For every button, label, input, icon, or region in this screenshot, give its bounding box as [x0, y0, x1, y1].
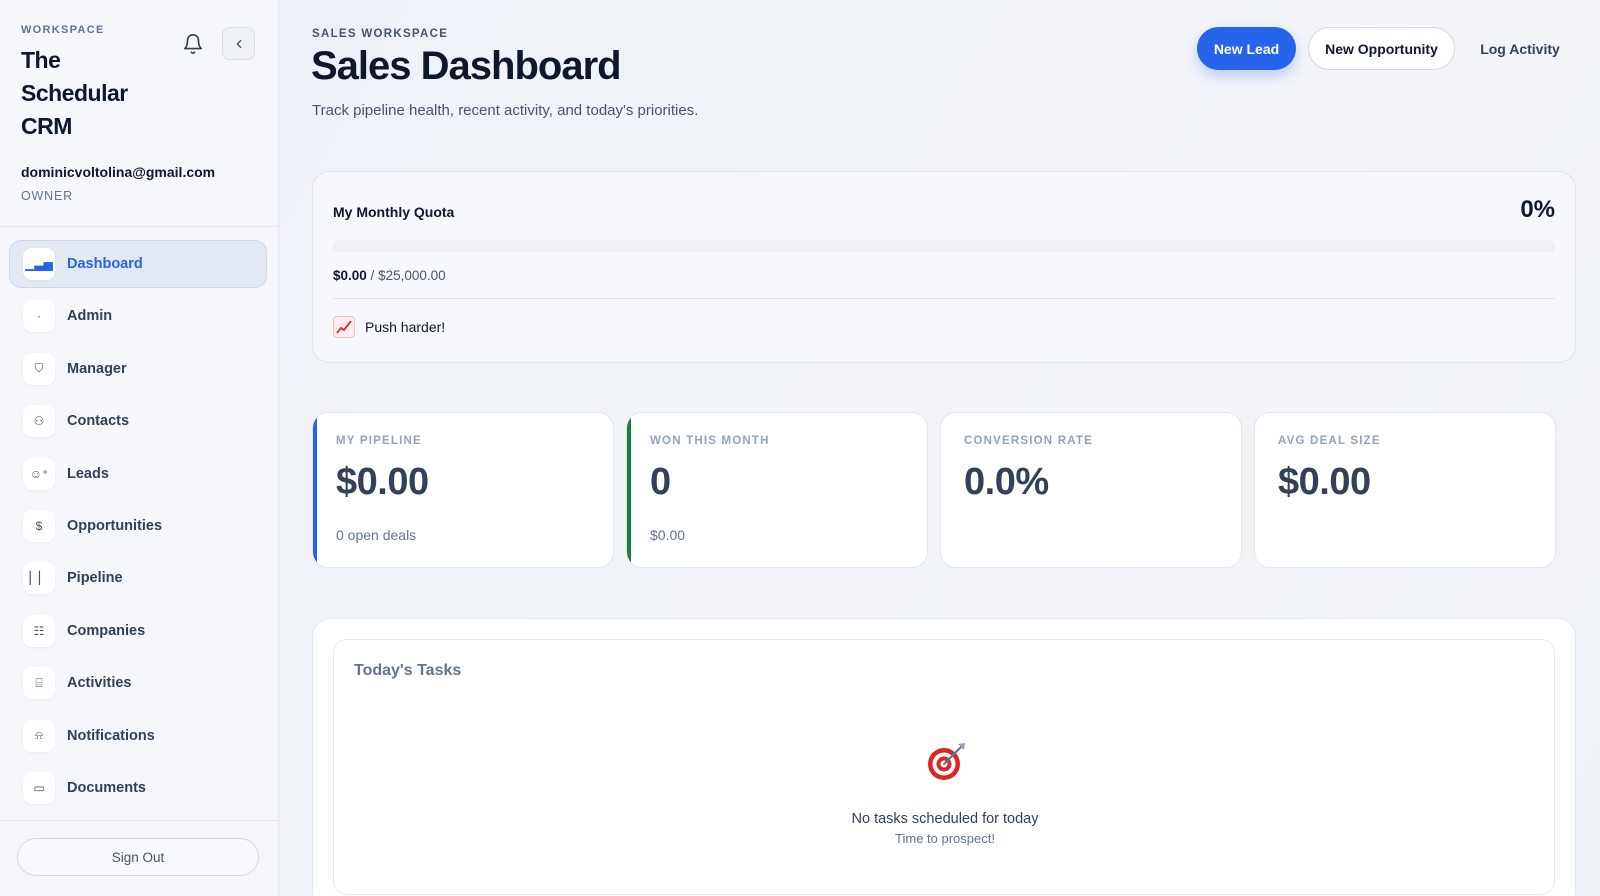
stat-value: $0.00 [336, 461, 429, 503]
stat-label: AVG DEAL SIZE [1278, 435, 1381, 447]
sidebar-item-activities[interactable]: ⌸ Activities [9, 659, 267, 707]
sidebar-item-label: Documents [67, 779, 146, 796]
stat-value: 0.0% [964, 461, 1049, 503]
notifications-bell-icon[interactable] [180, 31, 206, 57]
todays-tasks-panel: Today's Tasks No tasks scheduled for tod… [312, 618, 1576, 896]
quota-divider [333, 298, 1555, 299]
sidebar-divider [0, 226, 279, 227]
sidebar-item-label: Dashboard [67, 256, 143, 272]
tasks-title: Today's Tasks [354, 662, 462, 679]
quota-separator: / [366, 268, 379, 283]
sidebar-item-label: Admin [67, 308, 113, 325]
stat-label: CONVERSION RATE [964, 435, 1093, 447]
todays-tasks-card: Today's Tasks No tasks scheduled for tod… [333, 639, 1555, 895]
quota-message: Push harder! [333, 316, 445, 338]
user-email: dominicvoltolina@gmail.com [21, 164, 216, 180]
page-subtitle: Track pipeline health, recent activity, … [312, 102, 699, 119]
stat-card-avg-deal-size: AVG DEAL SIZE $0.00 [1254, 412, 1556, 568]
stat-card-my-pipeline: MY PIPELINE $0.00 0 open deals [312, 412, 614, 568]
user-role: OWNER [21, 189, 73, 203]
sidebar-item-manager[interactable]: ⛉ Manager [9, 345, 267, 393]
sidebar-item-label: Notifications [67, 727, 155, 744]
columns-icon: ▏▏ [23, 562, 55, 595]
user-plus-icon: ☺⁺ [23, 457, 55, 490]
stat-sub: 0 open deals [336, 527, 417, 543]
stat-card-accent [313, 413, 317, 567]
dot-icon: · [23, 300, 55, 333]
quota-target: $25,000.00 [378, 268, 446, 283]
collapse-sidebar-button[interactable] [222, 27, 255, 60]
new-opportunity-button[interactable]: New Opportunity [1308, 27, 1455, 70]
building-icon: ☷ [23, 614, 55, 647]
stat-card-won-this-month: WON THIS MONTH 0 $0.00 [626, 412, 928, 568]
sidebar-item-documents[interactable]: ▭ Documents [9, 764, 267, 812]
bar-chart-icon: ▁▃▅ [23, 248, 55, 280]
sign-out-button[interactable]: Sign Out [17, 838, 259, 876]
sidebar-item-companies[interactable]: ☷ Companies [9, 607, 267, 655]
quota-progress-bar [333, 240, 1555, 252]
sidebar-item-label: Leads [67, 465, 109, 482]
quota-amounts: $0.00 / $25,000.00 [333, 268, 446, 283]
sidebar-item-pipeline[interactable]: ▏▏ Pipeline [9, 554, 267, 602]
stat-card-conversion-rate: CONVERSION RATE 0.0% [940, 412, 1242, 568]
stat-value: 0 [650, 461, 671, 503]
bell-icon: ⍾ [23, 719, 55, 752]
quota-percent: 0% [1520, 196, 1555, 223]
sidebar-item-label: Opportunities [67, 517, 163, 534]
new-lead-button[interactable]: New Lead [1197, 27, 1296, 70]
quota-message-text: Push harder! [365, 319, 446, 335]
shield-icon: ⛉ [23, 352, 55, 385]
sidebar-item-leads[interactable]: ☺⁺ Leads [9, 450, 267, 498]
quota-current: $0.00 [333, 268, 367, 283]
sidebar: WORKSPACE The Schedular CRM dominicvolto… [0, 0, 279, 896]
sidebar-item-label: Pipeline [67, 570, 123, 587]
main-content: SALES WORKSPACE Sales Dashboard Track pi… [280, 0, 1600, 896]
stat-sub: $0.00 [650, 527, 686, 543]
page-eyebrow: SALES WORKSPACE [312, 28, 449, 40]
stat-value: $0.00 [1278, 461, 1371, 503]
sidebar-item-label: Companies [67, 622, 146, 639]
dollar-icon: $ [23, 509, 55, 542]
sidebar-item-opportunities[interactable]: $ Opportunities [9, 502, 267, 550]
sidebar-divider [0, 820, 279, 821]
chart-increasing-icon [333, 316, 355, 338]
folder-icon: ▭ [23, 771, 55, 804]
workspace-label: WORKSPACE [21, 24, 105, 36]
page-title: Sales Dashboard [311, 44, 622, 88]
sidebar-nav: ▁▃▅ Dashboard · Admin ⛉ Manager ⚇ Contacts ☺⁺ Lea… [9, 240, 267, 816]
sidebar-item-label: Activities [67, 675, 132, 692]
target-icon [928, 743, 965, 780]
sidebar-item-label: Manager [67, 360, 127, 377]
sidebar-item-dashboard[interactable]: ▁▃▅ Dashboard [9, 240, 267, 288]
clipboard-icon: ⌸ [23, 667, 55, 700]
sidebar-item-admin[interactable]: · Admin [9, 292, 267, 340]
sidebar-item-label: Contacts [67, 413, 130, 430]
stat-label: WON THIS MONTH [650, 435, 770, 447]
users-icon: ⚇ [23, 405, 55, 438]
workspace-name: The Schedular CRM [21, 47, 128, 139]
sidebar-item-notifications[interactable]: ⍾ Notifications [9, 712, 267, 760]
chevron-left-icon [236, 39, 241, 48]
sidebar-item-contacts[interactable]: ⚇ Contacts [9, 397, 267, 445]
tasks-empty-subtext: Time to prospect! [895, 831, 995, 846]
tasks-empty-text: No tasks scheduled for today [851, 811, 1039, 827]
quota-title: My Monthly Quota [333, 204, 455, 220]
log-activity-button[interactable]: Log Activity [1470, 27, 1570, 70]
quota-card: My Monthly Quota 0% $0.00 / $25,000.00 P… [312, 171, 1576, 363]
stat-card-accent [627, 413, 631, 567]
stat-label: MY PIPELINE [336, 435, 422, 447]
